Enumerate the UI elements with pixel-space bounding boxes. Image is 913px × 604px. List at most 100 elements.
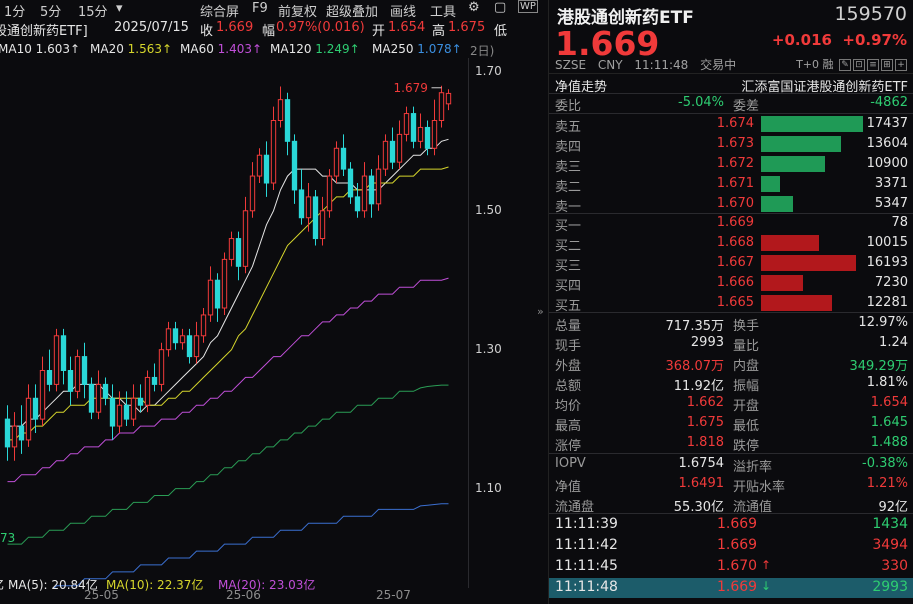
candle[interactable] xyxy=(348,162,352,204)
bid-price: 1.666 xyxy=(717,275,754,290)
candle[interactable] xyxy=(362,162,366,218)
tick-row[interactable]: 11:11:481.669↓2993 xyxy=(549,578,913,598)
candle[interactable] xyxy=(131,384,135,426)
candle[interactable] xyxy=(215,273,219,322)
candle[interactable] xyxy=(96,371,100,420)
candle[interactable] xyxy=(257,148,261,183)
ask-level-row[interactable]: 卖一1.6705347 xyxy=(549,194,913,214)
candle[interactable] xyxy=(264,141,268,197)
candle[interactable] xyxy=(250,162,254,218)
candle[interactable] xyxy=(313,190,317,246)
ask-level-row[interactable]: 卖四1.67313604 xyxy=(549,134,913,154)
edit-icon[interactable]: ✎ xyxy=(839,59,851,71)
tick-row[interactable]: 11:11:391.6691434 xyxy=(549,515,913,535)
candle[interactable] xyxy=(229,232,233,267)
candle[interactable] xyxy=(61,329,65,385)
candle[interactable] xyxy=(299,169,303,225)
candle[interactable] xyxy=(439,86,443,128)
kline-chart[interactable]: 1.67973 xyxy=(0,58,468,588)
candle[interactable] xyxy=(152,364,156,392)
bid-level-row[interactable]: 买四1.6667230 xyxy=(549,273,913,293)
candle[interactable] xyxy=(432,100,436,156)
candle[interactable] xyxy=(54,329,58,392)
bid-level-row[interactable]: 买五1.66512281 xyxy=(549,293,913,313)
candle-body xyxy=(404,114,408,135)
candle[interactable] xyxy=(145,371,149,413)
candle[interactable] xyxy=(320,197,324,246)
candle[interactable] xyxy=(47,350,51,392)
candle[interactable] xyxy=(187,329,191,364)
bid-level-row[interactable]: 买三1.66716193 xyxy=(549,253,913,273)
lock-icon[interactable]: ⊡ xyxy=(853,59,865,71)
list-icon[interactable]: ≡ xyxy=(867,59,879,71)
settings-icon[interactable]: ⚙ xyxy=(468,0,480,15)
candle[interactable] xyxy=(89,377,93,419)
candle[interactable] xyxy=(19,405,23,454)
draw-line-button[interactable]: 画线 xyxy=(390,1,416,20)
forward-adjust-button[interactable]: 前复权 xyxy=(278,1,317,20)
bid-level-row[interactable]: 买二1.66810015 xyxy=(549,233,913,253)
kline-chart-panel[interactable]: 1分 5分 15分 ▾ 综合屏 F9 前复权 超级叠加 画线 工具 ⚙ ▢ WP… xyxy=(0,0,540,604)
candle[interactable] xyxy=(5,405,9,461)
candle[interactable] xyxy=(306,183,310,232)
candle[interactable] xyxy=(75,350,79,399)
ask-level-row[interactable]: 卖二1.6713371 xyxy=(549,174,913,194)
candle[interactable] xyxy=(278,86,282,127)
period-1min[interactable]: 1分 xyxy=(4,1,25,20)
bid-level-row[interactable]: 买一1.66978 xyxy=(549,213,913,233)
candle[interactable] xyxy=(341,134,345,176)
candle[interactable] xyxy=(40,357,44,426)
candle[interactable] xyxy=(334,141,338,183)
period-dropdown-icon[interactable]: ▾ xyxy=(116,1,123,16)
comprehensive-screen-button[interactable]: 综合屏 xyxy=(200,1,239,20)
candle[interactable] xyxy=(369,169,373,218)
candle[interactable] xyxy=(124,391,128,426)
tools-button[interactable]: 工具 xyxy=(430,1,456,20)
tick-row[interactable]: 11:11:421.6693494 xyxy=(549,536,913,556)
candle[interactable] xyxy=(208,266,212,322)
period-15min[interactable]: 15分 xyxy=(78,1,108,20)
candle[interactable] xyxy=(103,377,107,405)
candle[interactable] xyxy=(180,329,184,350)
candle[interactable] xyxy=(446,89,450,110)
super-overlay-button[interactable]: 超级叠加 xyxy=(326,1,378,20)
candle[interactable] xyxy=(390,127,394,169)
add-icon[interactable]: + xyxy=(895,59,907,71)
f9-button[interactable]: F9 xyxy=(252,1,268,16)
square-icon[interactable]: ▢ xyxy=(494,0,506,15)
candle[interactable] xyxy=(201,308,205,343)
candle[interactable] xyxy=(404,107,408,142)
collapse-panel-icon[interactable]: » xyxy=(537,305,547,323)
ask-level-row[interactable]: 卖三1.67210900 xyxy=(549,154,913,174)
candle[interactable] xyxy=(173,322,177,350)
candle[interactable] xyxy=(418,114,422,149)
candle[interactable] xyxy=(138,384,142,412)
period-5min[interactable]: 5分 xyxy=(40,1,61,20)
tick-row[interactable]: 11:11:451.670↑330 xyxy=(549,557,913,577)
candle[interactable] xyxy=(236,232,240,281)
window-mode-icon[interactable]: WP xyxy=(518,0,538,13)
candle[interactable] xyxy=(12,412,16,461)
candle[interactable] xyxy=(26,384,30,447)
candle[interactable] xyxy=(383,134,387,176)
candle[interactable] xyxy=(117,391,121,433)
stat-value: 1.818 xyxy=(687,435,724,450)
candle[interactable] xyxy=(292,134,296,203)
ma-edge-label: 73 xyxy=(0,531,15,545)
candle[interactable] xyxy=(271,107,275,190)
candle[interactable] xyxy=(243,197,247,273)
candle[interactable] xyxy=(82,343,86,399)
candle[interactable] xyxy=(110,384,114,440)
grid-icon[interactable]: ⊞ xyxy=(881,59,893,71)
candle[interactable] xyxy=(327,169,331,218)
candle[interactable] xyxy=(376,155,380,211)
candle[interactable] xyxy=(285,93,289,156)
candle[interactable] xyxy=(166,322,170,357)
candle[interactable] xyxy=(397,121,401,170)
candle[interactable] xyxy=(68,357,72,406)
candle[interactable] xyxy=(411,107,415,149)
candle[interactable] xyxy=(222,252,226,315)
candle[interactable] xyxy=(194,322,198,364)
ask-level-row[interactable]: 卖五1.67417437 xyxy=(549,114,913,134)
candle[interactable] xyxy=(159,343,163,392)
